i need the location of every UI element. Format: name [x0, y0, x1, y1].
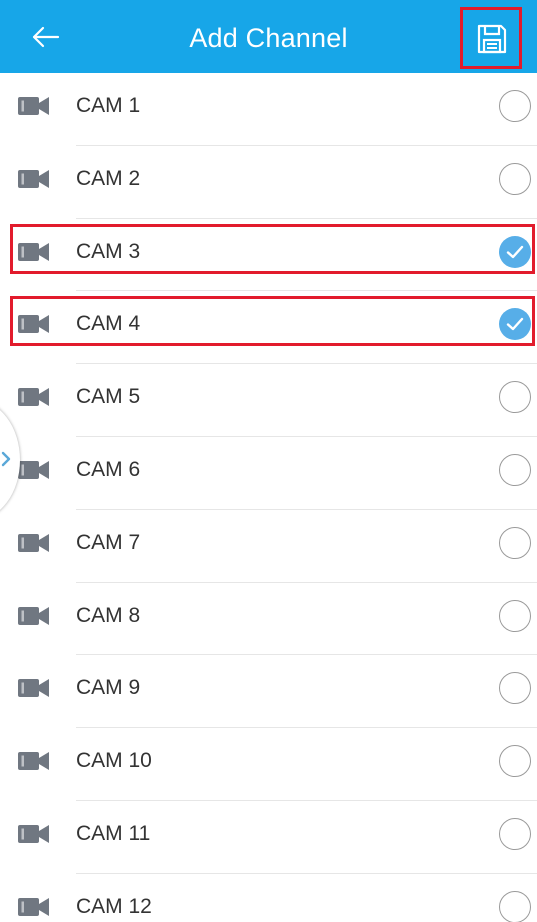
channel-row[interactable]: CAM 5 — [0, 364, 537, 437]
page-title: Add Channel — [189, 23, 348, 53]
select-radio[interactable] — [499, 817, 531, 850]
video-camera-icon — [18, 823, 50, 845]
video-camera-icon — [18, 241, 50, 263]
channel-row[interactable]: CAM 8 — [0, 583, 537, 656]
channel-row[interactable]: CAM 1 — [0, 73, 537, 146]
channel-label: CAM 9 — [76, 676, 141, 700]
channel-row[interactable]: CAM 2 — [0, 146, 537, 219]
video-camera-icon — [18, 532, 50, 554]
channel-label: CAM 5 — [76, 385, 141, 409]
select-radio[interactable] — [499, 308, 531, 341]
video-camera-icon — [18, 313, 50, 335]
channel-label: CAM 1 — [76, 94, 141, 117]
arrow-left-icon — [22, 18, 68, 56]
channel-label: CAM 7 — [76, 530, 141, 554]
channel-row[interactable]: CAM 3 — [0, 219, 537, 292]
channel-list: CAM 1 CAM 2 CAM 3 CAM 4 CAM 5 CAM 6 CAM 7 CAM 8… — [0, 73, 537, 922]
back-button[interactable] — [22, 18, 68, 56]
channel-row[interactable]: CAM 9 — [0, 655, 537, 729]
select-radio[interactable] — [499, 90, 531, 122]
channel-row[interactable]: CAM 12 — [0, 874, 537, 922]
channel-label: CAM 6 — [76, 457, 141, 481]
top-bar: Add Channel — [0, 0, 537, 73]
channel-label: CAM 10 — [76, 749, 152, 773]
checkmark-icon — [506, 318, 524, 331]
video-camera-icon — [18, 95, 50, 117]
channel-label: CAM 2 — [76, 166, 141, 190]
select-radio[interactable] — [499, 381, 531, 414]
add-channel-screen: Add Channel CAM 1 CAM 2 CAM 3 CAM 4 CAM 5 CAM… — [0, 0, 537, 922]
channel-label: CAM 12 — [76, 894, 152, 918]
select-radio[interactable] — [499, 526, 531, 559]
channel-row[interactable]: CAM 6 — [0, 437, 537, 510]
video-camera-icon — [18, 459, 50, 481]
chevron-right-icon — [0, 450, 12, 468]
select-radio[interactable] — [499, 672, 531, 705]
channel-label: CAM 3 — [76, 239, 141, 263]
channel-label: CAM 4 — [76, 312, 141, 336]
floppy-disk-icon — [477, 24, 507, 54]
channel-row[interactable]: CAM 10 — [0, 728, 537, 801]
select-radio[interactable] — [499, 890, 531, 922]
video-camera-icon — [18, 605, 50, 627]
select-radio[interactable] — [499, 162, 531, 195]
checkmark-icon — [506, 245, 524, 258]
channel-row[interactable]: CAM 7 — [0, 510, 537, 583]
select-radio[interactable] — [499, 453, 531, 486]
channel-label: CAM 8 — [76, 603, 141, 627]
video-camera-icon — [18, 386, 50, 408]
channel-row[interactable]: CAM 4 — [0, 291, 537, 365]
save-button[interactable] — [460, 7, 522, 69]
select-radio[interactable] — [499, 235, 531, 268]
video-camera-icon — [18, 750, 50, 772]
select-radio[interactable] — [499, 745, 531, 778]
channel-row[interactable]: CAM 11 — [0, 801, 537, 874]
channel-label: CAM 11 — [76, 821, 151, 845]
select-radio[interactable] — [499, 599, 531, 632]
video-camera-icon — [18, 168, 50, 190]
video-camera-icon — [18, 896, 50, 918]
video-camera-icon — [18, 677, 50, 699]
